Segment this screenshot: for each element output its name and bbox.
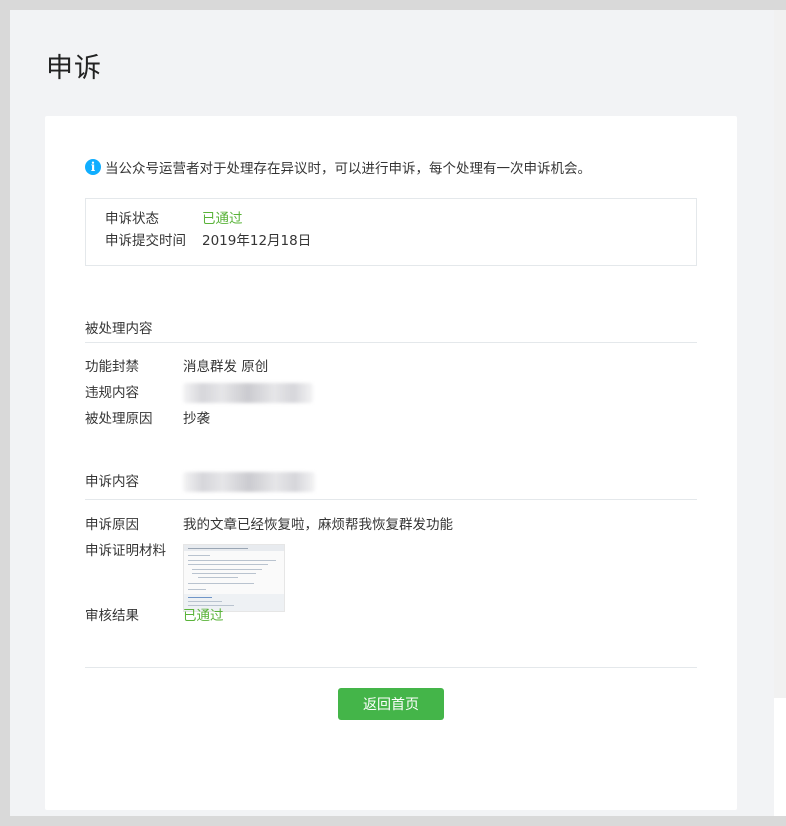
appeal-section-title-row: 申诉内容 bbox=[85, 472, 315, 492]
function-ban-row: 功能封禁 消息群发 原创 bbox=[85, 357, 268, 377]
appeal-card: i 当公众号运营者对于处理存在异议时，可以进行申诉，每个处理有一次申诉机会。 申… bbox=[45, 116, 737, 810]
violation-row: 违规内容 bbox=[85, 383, 313, 403]
evidence-thumbnail[interactable] bbox=[183, 544, 285, 612]
back-home-button[interactable]: 返回首页 bbox=[338, 688, 444, 720]
page: 申诉 i 当公众号运营者对于处理存在异议时，可以进行申诉，每个处理有一次申诉机会… bbox=[10, 10, 774, 816]
divider bbox=[85, 342, 697, 343]
submit-time-row: 申诉提交时间 2019年12月18日 bbox=[105, 231, 311, 251]
appeal-reason-row: 申诉原因 我的文章已经恢复啦，麻烦帮我恢复群发功能 bbox=[85, 515, 453, 535]
divider bbox=[85, 667, 697, 668]
processed-reason-row: 被处理原因 抄袭 bbox=[85, 409, 210, 429]
notice-text: 当公众号运营者对于处理存在异议时，可以进行申诉，每个处理有一次申诉机会。 bbox=[105, 161, 591, 177]
processed-reason-label: 被处理原因 bbox=[85, 411, 153, 427]
processed-section-title: 被处理内容 bbox=[85, 321, 153, 337]
function-ban-label: 功能封禁 bbox=[85, 359, 139, 375]
review-result-row: 审核结果 已通过 bbox=[85, 606, 224, 626]
function-ban-value: 消息群发 原创 bbox=[183, 359, 269, 375]
appeal-section-title: 申诉内容 bbox=[85, 474, 139, 490]
review-result-value: 已通过 bbox=[183, 608, 224, 624]
status-label: 申诉状态 bbox=[105, 211, 159, 227]
processed-reason-value: 抄袭 bbox=[183, 411, 210, 427]
violation-label: 违规内容 bbox=[85, 385, 139, 401]
violation-content-redacted bbox=[183, 383, 313, 403]
submit-time-value: 2019年12月18日 bbox=[202, 233, 312, 249]
divider bbox=[85, 499, 697, 500]
status-value: 已通过 bbox=[202, 211, 243, 227]
info-icon: i bbox=[85, 159, 101, 175]
appeal-content-redacted bbox=[183, 472, 315, 492]
submit-time-label: 申诉提交时间 bbox=[105, 233, 186, 249]
appeal-reason-label: 申诉原因 bbox=[85, 517, 139, 533]
status-row: 申诉状态 已通过 bbox=[105, 209, 243, 229]
scrollbar-thumb[interactable] bbox=[774, 10, 786, 698]
appeal-reason-value: 我的文章已经恢复啦，麻烦帮我恢复群发功能 bbox=[183, 517, 453, 533]
status-box: 申诉状态 已通过 申诉提交时间 2019年12月18日 bbox=[85, 198, 697, 266]
evidence-label: 申诉证明材料 bbox=[85, 543, 166, 559]
review-result-label: 审核结果 bbox=[85, 608, 139, 624]
notice-bar: i 当公众号运营者对于处理存在异议时，可以进行申诉，每个处理有一次申诉机会。 bbox=[85, 157, 591, 177]
evidence-row: 申诉证明材料 bbox=[85, 541, 183, 561]
page-title: 申诉 bbox=[46, 53, 102, 84]
